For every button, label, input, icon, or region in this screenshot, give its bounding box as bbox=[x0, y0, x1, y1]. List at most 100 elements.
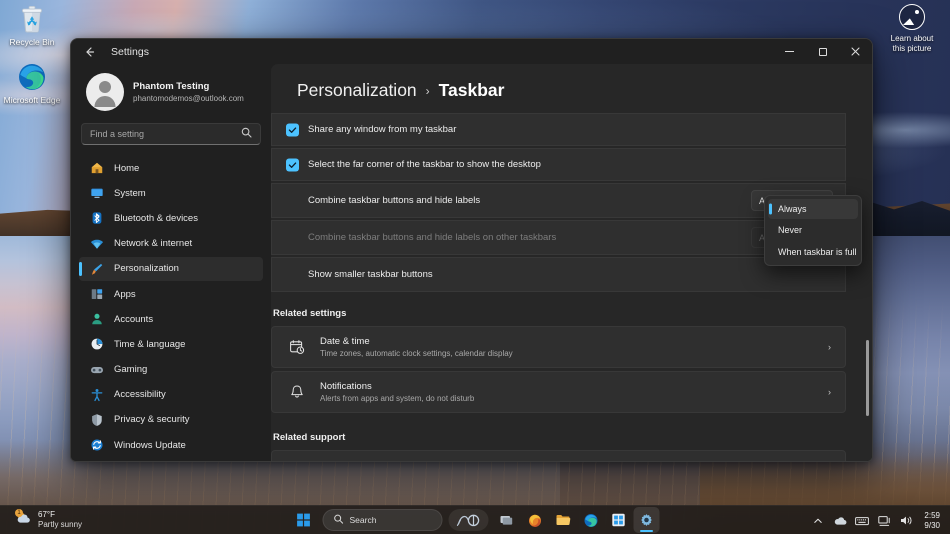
sidebar-item-accessibility[interactable]: Accessibility bbox=[79, 383, 263, 407]
firefox-button[interactable] bbox=[522, 507, 548, 533]
home-icon bbox=[90, 161, 104, 175]
related-setting-date-time[interactable]: Date & time Time zones, automatic clock … bbox=[271, 326, 846, 368]
network-icon bbox=[90, 237, 104, 251]
minimize-icon bbox=[785, 51, 794, 52]
sidebar-item-label: Home bbox=[114, 163, 139, 174]
microsoft-edge-button[interactable] bbox=[578, 507, 604, 533]
scrollbar-thumb[interactable] bbox=[866, 340, 869, 416]
settings-taskbar-button[interactable] bbox=[634, 507, 660, 533]
sidebar-item-gaming[interactable]: Gaming bbox=[79, 358, 263, 382]
setting-row-smaller-buttons[interactable]: Show smaller taskbar buttons bbox=[271, 257, 846, 292]
sidebar-item-bluetooth-devices[interactable]: Bluetooth & devices bbox=[79, 206, 263, 230]
tray-expand-button[interactable] bbox=[808, 510, 828, 532]
picture-info-icon bbox=[899, 4, 925, 30]
maximize-button[interactable] bbox=[806, 39, 839, 64]
back-button[interactable] bbox=[77, 42, 103, 62]
sidebar-item-label: Apps bbox=[114, 289, 136, 300]
sidebar-item-time-language[interactable]: Time & language bbox=[79, 332, 263, 356]
volume-button[interactable] bbox=[896, 510, 916, 532]
accessibility-icon bbox=[90, 388, 104, 402]
checkbox-far-corner[interactable] bbox=[286, 158, 299, 171]
related-setting-subtitle: Alerts from apps and system, do not dist… bbox=[320, 394, 814, 403]
onedrive-button[interactable] bbox=[830, 510, 850, 532]
desktop-icon-recycle-bin[interactable]: Recycle Bin bbox=[2, 4, 62, 47]
sidebar-item-system[interactable]: System bbox=[79, 181, 263, 205]
dropdown-option-label: Never bbox=[778, 225, 802, 235]
settings-icon bbox=[640, 513, 654, 527]
search-input[interactable] bbox=[90, 129, 237, 139]
setting-label: Show smaller taskbar buttons bbox=[308, 269, 433, 280]
setting-row-combine-other-taskbars: Combine taskbar buttons and hide labels … bbox=[271, 220, 846, 255]
sidebar-item-personalization[interactable]: Personalization bbox=[79, 257, 263, 281]
file-explorer-button[interactable] bbox=[550, 507, 576, 533]
dropdown-option-never[interactable]: Never bbox=[768, 221, 858, 241]
clock-date: 9/30 bbox=[924, 521, 940, 531]
learn-about-picture-widget[interactable]: Learn about this picture bbox=[880, 4, 944, 54]
sidebar-item-network-internet[interactable]: Network & internet bbox=[79, 232, 263, 256]
copilot-button[interactable] bbox=[449, 509, 489, 531]
sidebar-item-label: Accessibility bbox=[114, 389, 166, 400]
breadcrumb-parent[interactable]: Personalization bbox=[297, 80, 417, 101]
start-button[interactable] bbox=[291, 507, 317, 533]
time-language-icon bbox=[90, 337, 104, 351]
weather-badge: 1 bbox=[15, 509, 23, 517]
sidebar: Phantom Testing phantomodemos@outlook.co… bbox=[71, 64, 271, 461]
page-title: Taskbar bbox=[439, 80, 505, 101]
taskbar-search-placeholder: Search bbox=[350, 515, 377, 525]
account-email: phantomodemos@outlook.com bbox=[133, 94, 244, 103]
gaming-icon bbox=[90, 363, 104, 377]
desktop-icon-microsoft-edge[interactable]: Microsoft Edge bbox=[2, 62, 62, 105]
microsoft-edge-icon bbox=[583, 513, 598, 528]
sidebar-item-label: Time & language bbox=[114, 339, 185, 350]
setting-row-combine-buttons[interactable]: Combine taskbar buttons and hide labels … bbox=[271, 183, 846, 218]
sidebar-item-label: Windows Update bbox=[114, 440, 186, 451]
weather-widget[interactable]: 1 67°F Partly sunny bbox=[2, 507, 90, 533]
sidebar-item-accounts[interactable]: Accounts bbox=[79, 307, 263, 331]
windows-update-icon bbox=[90, 438, 104, 452]
bell-icon bbox=[288, 384, 306, 400]
close-icon bbox=[851, 47, 860, 56]
network-tray-button[interactable] bbox=[874, 510, 894, 532]
related-setting-subtitle: Time zones, automatic clock settings, ca… bbox=[320, 349, 814, 358]
task-view-icon bbox=[500, 513, 514, 527]
task-view-button[interactable] bbox=[494, 507, 520, 533]
personalization-icon bbox=[90, 262, 104, 276]
settings-search-box[interactable] bbox=[81, 123, 261, 145]
desktop-icon-label: Recycle Bin bbox=[10, 37, 55, 47]
privacy-security-icon bbox=[90, 413, 104, 427]
setting-row-far-corner[interactable]: Select the far corner of the taskbar to … bbox=[271, 148, 846, 181]
sidebar-item-apps[interactable]: Apps bbox=[79, 282, 263, 306]
system-icon bbox=[90, 186, 104, 200]
sidebar-item-label: Gaming bbox=[114, 364, 147, 375]
chevron-right-icon: › bbox=[828, 387, 831, 397]
weather-temperature: 67°F bbox=[38, 510, 82, 520]
account-block[interactable]: Phantom Testing phantomodemos@outlook.co… bbox=[79, 64, 263, 121]
sidebar-item-label: Privacy & security bbox=[114, 414, 190, 425]
sidebar-item-home[interactable]: Home bbox=[79, 156, 263, 180]
related-setting-title: Date & time bbox=[320, 336, 814, 347]
close-button[interactable] bbox=[839, 39, 872, 64]
taskbar-search[interactable]: Search bbox=[323, 509, 443, 531]
keyboard-button[interactable] bbox=[852, 510, 872, 532]
microsoft-store-button[interactable] bbox=[606, 507, 632, 533]
minimize-button[interactable] bbox=[773, 39, 806, 64]
dropdown-option-always[interactable]: Always bbox=[768, 199, 858, 219]
checkbox-share-window[interactable] bbox=[286, 123, 299, 136]
sidebar-item-privacy-security[interactable]: Privacy & security bbox=[79, 408, 263, 432]
related-support-help-taskbar[interactable]: Help with Taskbar ^ bbox=[271, 450, 846, 461]
taskbar: 1 67°F Partly sunny bbox=[0, 505, 950, 534]
partly-sunny-icon: 1 bbox=[14, 510, 32, 531]
bluetooth-icon bbox=[90, 211, 104, 225]
sidebar-item-windows-update[interactable]: Windows Update bbox=[79, 433, 263, 457]
content-scrollbar[interactable] bbox=[865, 114, 869, 455]
sidebar-item-label: Personalization bbox=[114, 263, 179, 274]
search-icon bbox=[241, 127, 252, 141]
setting-row-share-window[interactable]: Share any window from my taskbar bbox=[271, 113, 846, 146]
checkmark-icon bbox=[288, 160, 297, 169]
network-tray-icon bbox=[878, 515, 891, 527]
dropdown-option-when-taskbar-is-full[interactable]: When taskbar is full bbox=[768, 242, 858, 262]
window-body: Phantom Testing phantomodemos@outlook.co… bbox=[71, 64, 872, 461]
related-setting-notifications[interactable]: Notifications Alerts from apps and syste… bbox=[271, 371, 846, 413]
copilot-icon bbox=[456, 513, 482, 528]
clock[interactable]: 2:59 9/30 bbox=[918, 510, 944, 532]
